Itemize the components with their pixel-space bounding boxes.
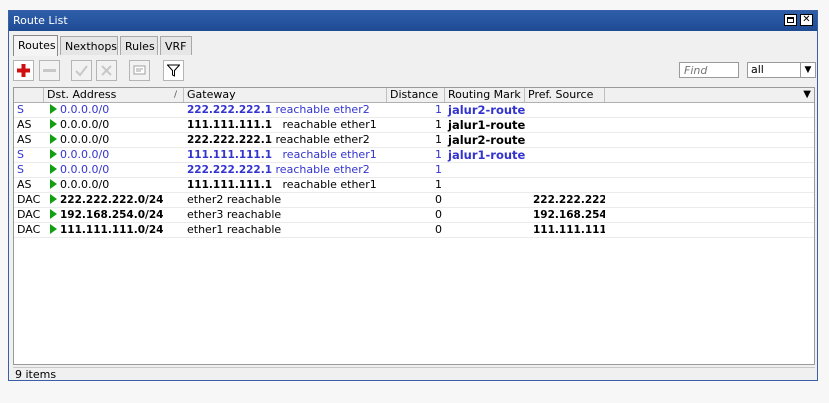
tab-routes[interactable]: Routes (13, 35, 58, 56)
column-header-dst-address[interactable]: Dst. Address / (44, 88, 184, 102)
route-list-window: Route List ✕ Routes Nexthops Rules VRF a… (8, 10, 818, 381)
play-icon (50, 164, 57, 174)
status-bar: 9 items (13, 367, 815, 381)
table-row[interactable]: S 0.0.0.0/0 222.222.222.1 reachable ethe… (14, 163, 814, 178)
play-icon (50, 149, 57, 159)
window-title: Route List (13, 14, 68, 27)
close-button[interactable]: ✕ (800, 14, 813, 26)
play-icon (50, 104, 57, 114)
enable-button[interactable] (71, 60, 92, 81)
check-icon (75, 65, 88, 77)
column-header-empty: ▼ (605, 88, 814, 102)
table-row[interactable]: DAC 222.222.222.0/24 ether2 reachable 0 … (14, 193, 814, 208)
tab-nexthops[interactable]: Nexthops (60, 36, 118, 55)
column-header-gateway[interactable]: Gateway (184, 88, 387, 102)
column-header-flags[interactable] (14, 88, 44, 102)
table-row[interactable]: AS 0.0.0.0/0 111.111.111.1 reachable eth… (14, 118, 814, 133)
table-row[interactable]: AS 0.0.0.0/0 222.222.222.1 reachable eth… (14, 133, 814, 148)
column-menu-icon[interactable]: ▼ (803, 88, 811, 102)
play-icon (50, 224, 57, 234)
comment-button[interactable] (129, 60, 150, 81)
play-icon (50, 179, 57, 189)
table-row[interactable]: DAC 192.168.254.0/24 ether3 reachable 0 … (14, 208, 814, 223)
column-header-routing-mark[interactable]: Routing Mark (445, 88, 525, 102)
play-icon (50, 119, 57, 129)
column-header-pref-source[interactable]: Pref. Source (525, 88, 605, 102)
title-bar[interactable]: Route List ✕ (9, 11, 817, 31)
plus-icon (17, 64, 30, 77)
table-row[interactable]: S 0.0.0.0/0 111.111.111.1 reachable ethe… (14, 148, 814, 163)
routes-table: Dst. Address / Gateway Distance Routing … (13, 87, 815, 365)
filter-icon (166, 64, 181, 77)
remove-button[interactable] (39, 60, 60, 81)
tab-rules[interactable]: Rules (120, 36, 158, 55)
sort-icon: / (173, 90, 177, 100)
close-icon: ✕ (802, 14, 811, 25)
play-icon (50, 194, 57, 204)
find-input[interactable] (679, 62, 739, 78)
comment-icon (133, 65, 146, 75)
column-header-distance[interactable]: Distance (387, 88, 445, 102)
table-header: Dst. Address / Gateway Distance Routing … (14, 88, 814, 103)
maximize-button[interactable] (784, 14, 797, 26)
item-count: 9 items (15, 368, 57, 381)
disable-button[interactable] (96, 60, 117, 81)
tab-vrf[interactable]: VRF (160, 36, 192, 55)
play-icon (50, 209, 57, 219)
add-button[interactable] (13, 60, 34, 81)
filter-select[interactable]: all ▼ (747, 62, 816, 78)
filter-button[interactable] (163, 60, 184, 81)
table-row[interactable]: DAC 111.111.111.0/24 ether1 reachable 0 … (14, 223, 814, 238)
minus-icon (43, 69, 56, 72)
chevron-down-icon: ▼ (800, 63, 815, 77)
toolbar: all ▼ (13, 60, 817, 84)
play-icon (50, 134, 57, 144)
maximize-icon (787, 17, 794, 23)
table-row[interactable]: AS 0.0.0.0/0 111.111.111.1 reachable eth… (14, 178, 814, 193)
x-icon (101, 65, 112, 76)
table-row[interactable]: S 0.0.0.0/0 222.222.222.1 reachable ethe… (14, 103, 814, 118)
filter-select-value: all (751, 63, 764, 76)
